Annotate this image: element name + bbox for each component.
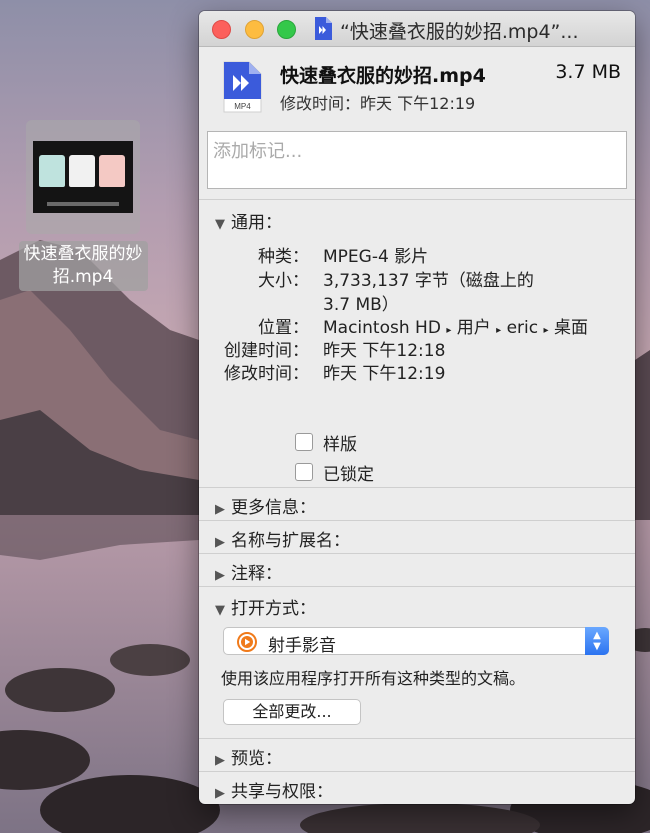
- kind-label: 种类：: [258, 247, 309, 267]
- path-arrow-icon: ▸: [446, 325, 452, 336]
- path-arrow-icon: ▸: [543, 325, 549, 336]
- disclosure-closed-icon[interactable]: ▶: [215, 502, 231, 517]
- name-extension-header[interactable]: ▶ 名称与扩展名：: [215, 526, 350, 551]
- thumbnail-shirt: [99, 155, 125, 187]
- modified-summary: 修改时间：昨天 下午12:19: [280, 94, 476, 113]
- mp4-file-icon: MP4: [223, 61, 262, 113]
- preview-section[interactable]: ▶ 预览：: [199, 738, 635, 772]
- desktop-file-icon[interactable]: 快速叠衣服的妙 招.mp4: [4, 120, 162, 291]
- path-item: eric: [506, 318, 539, 338]
- general-section: ▼ 通用： 种类： MPEG-4 影片 大小： 3,733,137 字节（磁盘上的…: [199, 199, 635, 488]
- thumbnail-shirt: [69, 155, 95, 187]
- disclosure-closed-icon[interactable]: ▶: [215, 753, 231, 768]
- app-play-icon: [237, 632, 257, 652]
- disclosure-open-icon[interactable]: ▼: [215, 603, 231, 618]
- locked-checkbox[interactable]: [295, 463, 313, 481]
- change-all-button[interactable]: 全部更改...: [223, 699, 361, 725]
- open-with-header[interactable]: ▼ 打开方式：: [215, 594, 316, 619]
- general-header-label: 通用：: [231, 213, 282, 233]
- file-size: 3.7 MB: [555, 61, 621, 83]
- thumbnail-caption-bar: [47, 202, 119, 206]
- size-value-cont: 3.7 MB）: [323, 295, 399, 315]
- close-button[interactable]: [212, 20, 231, 39]
- video-thumbnail: [33, 141, 133, 213]
- open-with-app-popup[interactable]: 射手影音 ▲ ▼: [223, 627, 609, 656]
- more-info-section[interactable]: ▶ 更多信息：: [199, 487, 635, 521]
- tags-placeholder: 添加标记...: [213, 141, 303, 162]
- popup-stepper-icon: ▲ ▼: [585, 627, 609, 655]
- open-with-app-name: 射手影音: [268, 636, 336, 656]
- sharing-header[interactable]: ▶ 共享与权限：: [215, 777, 333, 802]
- created-label: 创建时间：: [224, 341, 309, 361]
- path-item: 桌面: [553, 318, 588, 338]
- general-header[interactable]: ▼ 通用：: [215, 208, 282, 233]
- size-value: 3,733,137 字节（磁盘上的: [323, 271, 534, 291]
- zoom-button[interactable]: [277, 20, 296, 39]
- title-bar[interactable]: “快速叠衣服的妙招.mp4”...: [199, 11, 635, 47]
- disclosure-closed-icon[interactable]: ▶: [215, 568, 231, 583]
- preview-label: 预览：: [231, 749, 282, 769]
- created-row: 创建时间： 昨天 下午12:18: [199, 336, 635, 361]
- desktop-file-label-line1: 快速叠衣服的妙: [23, 244, 143, 264]
- size-row: 大小： 3,733,137 字节（磁盘上的: [199, 266, 635, 291]
- video-thumbnail-frame: [26, 120, 140, 234]
- where-path: Macintosh HD ▸ 用户 ▸ eric ▸ 桌面: [323, 313, 588, 338]
- disclosure-open-icon[interactable]: ▼: [215, 217, 231, 232]
- stationery-checkbox[interactable]: [295, 433, 313, 451]
- file-header: MP4 快速叠衣服的妙招.mp4 3.7 MB 修改时间：昨天 下午12:19: [199, 47, 635, 131]
- comments-label: 注释：: [231, 564, 282, 584]
- path-item: 用户: [456, 318, 491, 338]
- thumbnail-shirt: [39, 155, 65, 187]
- stationery-label: 样版: [323, 435, 357, 455]
- disclosure-closed-icon[interactable]: ▶: [215, 786, 231, 801]
- modified-label: 修改时间：: [224, 364, 309, 384]
- preview-header[interactable]: ▶ 预览：: [215, 744, 282, 769]
- comments-section[interactable]: ▶ 注释：: [199, 553, 635, 587]
- modified-row: 修改时间： 昨天 下午12:19: [199, 359, 635, 384]
- more-info-header[interactable]: ▶ 更多信息：: [215, 493, 316, 518]
- comments-header[interactable]: ▶ 注释：: [215, 559, 282, 584]
- desktop-file-label[interactable]: 快速叠衣服的妙 招.mp4: [18, 241, 148, 291]
- size-label: 大小：: [258, 271, 309, 291]
- window-title: “快速叠衣服的妙招.mp4”...: [340, 21, 579, 43]
- disclosure-closed-icon[interactable]: ▶: [215, 535, 231, 550]
- more-info-label: 更多信息：: [231, 498, 316, 518]
- video-file-icon: [315, 17, 332, 40]
- kind-row: 种类： MPEG-4 影片: [199, 242, 635, 267]
- path-arrow-icon: ▸: [496, 325, 502, 336]
- get-info-window: “快速叠衣服的妙招.mp4”... MP4 快速叠衣服的妙招.mp4 3.7 M…: [199, 11, 635, 804]
- file-name: 快速叠衣服的妙招.mp4: [280, 65, 486, 87]
- size-row-cont: 3.7 MB）: [199, 290, 635, 315]
- where-label: 位置：: [258, 318, 309, 338]
- tags-input[interactable]: 添加标记...: [207, 131, 627, 189]
- sharing-label: 共享与权限：: [231, 782, 333, 802]
- modified-value: 昨天 下午12:19: [323, 364, 446, 384]
- file-icon-badge: MP4: [234, 102, 251, 111]
- where-row: 位置： Macintosh HD ▸ 用户 ▸ eric ▸ 桌面: [199, 313, 635, 338]
- kind-value: MPEG-4 影片: [323, 247, 429, 267]
- name-extension-section[interactable]: ▶ 名称与扩展名：: [199, 520, 635, 554]
- open-with-label: 打开方式：: [231, 599, 316, 619]
- desktop-file-label-line2: 招.mp4: [52, 267, 114, 287]
- name-extension-label: 名称与扩展名：: [231, 531, 350, 551]
- created-value: 昨天 下午12:18: [323, 341, 446, 361]
- minimize-button[interactable]: [245, 20, 264, 39]
- locked-label: 已锁定: [323, 465, 374, 485]
- path-item: Macintosh HD: [323, 318, 441, 338]
- open-with-description: 使用该应用程序打开所有这种类型的文稿。: [221, 669, 526, 688]
- sharing-section[interactable]: ▶ 共享与权限：: [199, 771, 635, 804]
